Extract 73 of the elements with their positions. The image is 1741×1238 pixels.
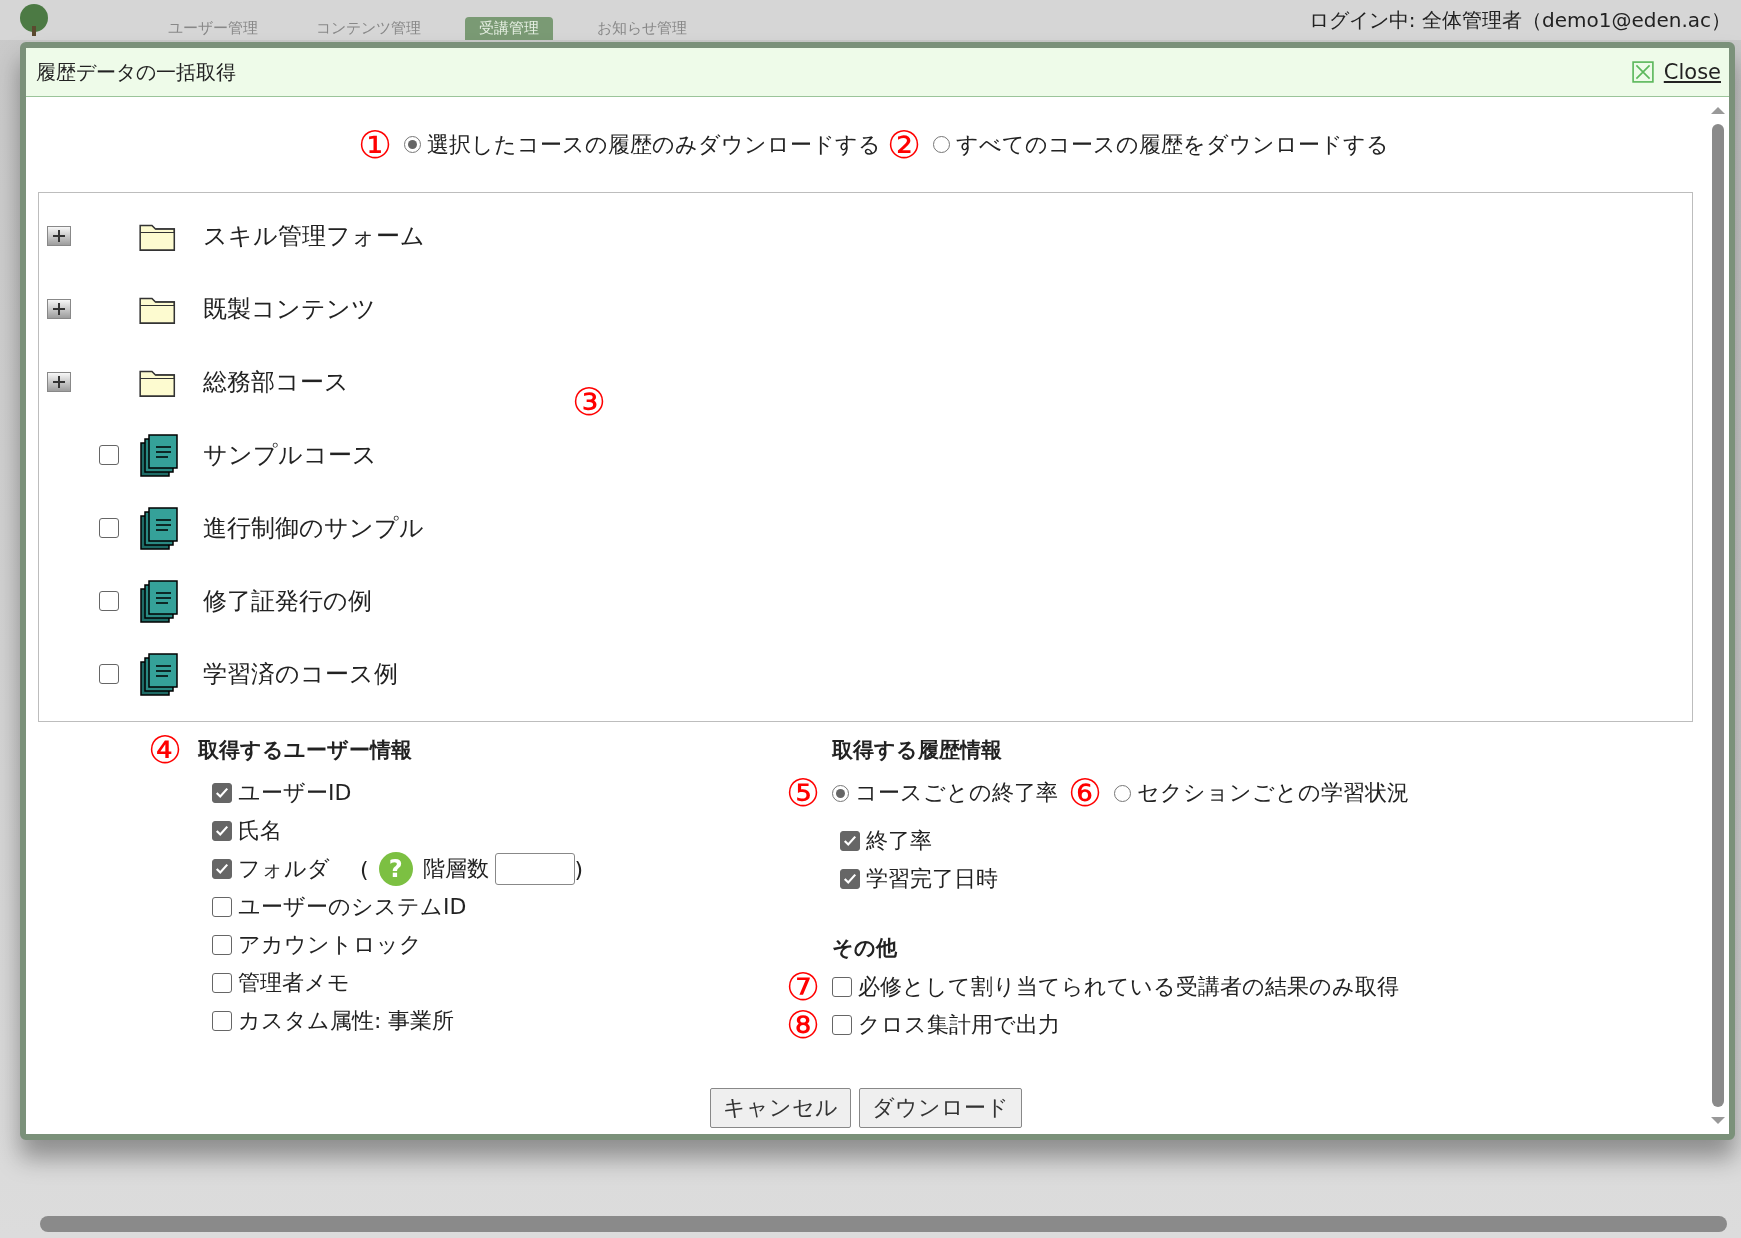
annotation-number: ⑦ — [786, 968, 821, 1006]
checkbox[interactable] — [840, 831, 860, 851]
check-icon — [215, 862, 229, 876]
check-icon — [843, 834, 857, 848]
section-heading: 取得する履歴情報 — [831, 737, 1003, 764]
parenthesis: ( — [360, 856, 369, 882]
tree-item-label[interactable]: 学習済のコース例 — [203, 657, 398, 690]
book-stack-icon — [139, 651, 179, 696]
expand-icon[interactable] — [47, 371, 71, 392]
tree-item-label[interactable]: 進行制御のサンプル — [203, 511, 424, 544]
checkbox-label[interactable]: ユーザーID — [238, 778, 352, 808]
checkbox-label[interactable]: 学習完了日時 — [866, 864, 998, 894]
checkbox[interactable] — [212, 935, 232, 955]
expand-icon[interactable] — [47, 298, 71, 319]
checkbox-label[interactable]: フォルダ — [238, 854, 330, 884]
radio-label[interactable]: 選択したコースの履歴のみダウンロードする — [427, 129, 881, 160]
radio-label[interactable]: すべてのコースの履歴をダウンロードする — [956, 129, 1390, 160]
section-heading: 取得するユーザー情報 — [198, 737, 413, 764]
checkbox[interactable] — [840, 869, 860, 889]
checkbox[interactable] — [212, 859, 232, 879]
expand-icon[interactable] — [47, 225, 71, 246]
annotation-number: ⑧ — [786, 1006, 821, 1044]
annotation-number: ⑤ — [786, 774, 821, 812]
dialog-button[interactable]: キャンセル — [709, 1088, 851, 1128]
book-stack-icon — [139, 578, 179, 623]
dialog-button[interactable]: ダウンロード — [858, 1088, 1022, 1128]
checkbox-label[interactable]: カスタム属性: 事業所 — [238, 1006, 455, 1036]
radio-button[interactable] — [832, 784, 850, 802]
annotation-number: ④ — [148, 731, 183, 769]
book-stack-icon — [139, 432, 179, 477]
check-icon — [843, 872, 857, 886]
dialog-title: 履歴データの一括取得 — [36, 58, 236, 86]
checkbox[interactable] — [99, 444, 119, 465]
checkbox-label[interactable]: 終了率 — [866, 826, 932, 856]
checkbox[interactable] — [212, 783, 232, 803]
radio-button[interactable] — [933, 136, 951, 153]
checkbox[interactable] — [832, 1015, 853, 1035]
tree-item-label[interactable]: 修了証発行の例 — [203, 584, 372, 617]
checkbox-label[interactable]: 氏名 — [238, 816, 282, 846]
depth-input-field[interactable] — [494, 853, 575, 885]
check-icon — [215, 824, 229, 838]
checkbox-label[interactable]: 管理者メモ — [238, 968, 350, 998]
checkbox-label[interactable]: クロス集計用で出力 — [858, 1010, 1061, 1040]
radio-label[interactable]: セクションごとの学習状況 — [1137, 778, 1410, 808]
book-stack-icon — [139, 505, 179, 550]
annotation-number: ① — [357, 125, 392, 164]
checkbox-label[interactable]: ユーザーのシステムID — [238, 892, 467, 922]
tree-item-label[interactable]: 総務部コース — [203, 365, 349, 398]
close-link[interactable]: Close — [1663, 60, 1721, 84]
checkbox[interactable] — [99, 590, 119, 611]
login-status: ログイン中: 全体管理者（demo1@eden.ac） — [1308, 6, 1731, 34]
checkbox-label[interactable]: 必修として割り当てられている受講者の結果のみ取得 — [858, 972, 1400, 1002]
tree-item-label[interactable]: スキル管理フォーム — [203, 219, 425, 252]
tree-item-label[interactable]: サンプルコース — [203, 438, 377, 471]
radio-button[interactable] — [404, 136, 421, 153]
field-label: 階層数 — [422, 855, 489, 883]
checkbox[interactable] — [212, 1011, 232, 1031]
section-heading: その他 — [831, 935, 898, 962]
checkbox[interactable] — [832, 977, 853, 997]
annotation-number: ⑥ — [1068, 774, 1103, 812]
checkbox[interactable] — [212, 973, 232, 993]
checkbox[interactable] — [99, 517, 119, 538]
checkbox[interactable] — [212, 897, 232, 917]
annotation-number: ② — [887, 125, 922, 164]
annotation-number: ③ — [572, 383, 607, 421]
parenthesis: ) — [574, 856, 584, 882]
check-icon — [215, 786, 229, 800]
radio-button[interactable] — [1114, 784, 1132, 802]
radio-label[interactable]: コースごとの終了率 — [855, 778, 1059, 808]
checkbox[interactable] — [99, 663, 119, 684]
checkbox-label[interactable]: アカウントロック — [238, 930, 422, 960]
tree-item-label[interactable]: 既製コンテンツ — [203, 292, 376, 325]
checkbox[interactable] — [212, 821, 232, 841]
